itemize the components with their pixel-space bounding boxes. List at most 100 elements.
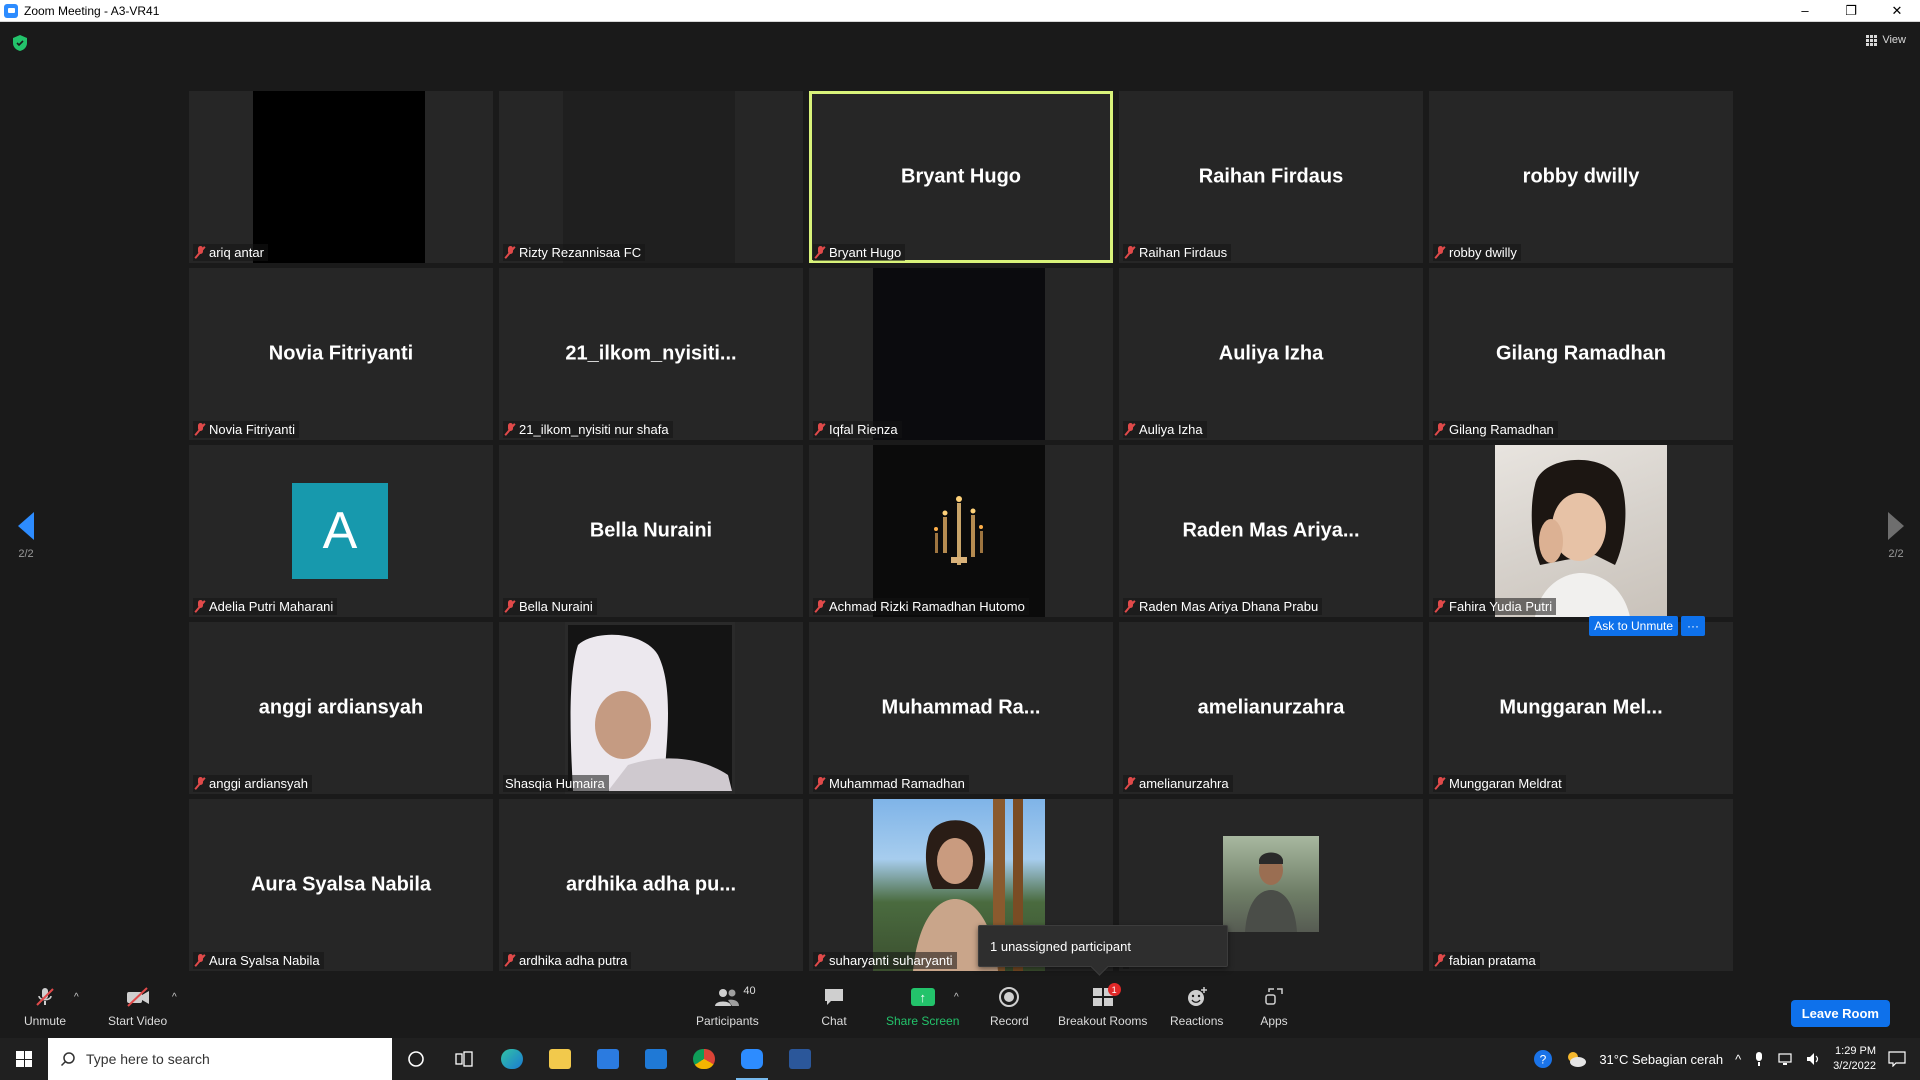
restore-button[interactable]: ❐ bbox=[1828, 0, 1874, 22]
participant-tile[interactable]: robby dwilly robby dwilly bbox=[1429, 91, 1733, 263]
participant-tile[interactable]: anggi ardiansyah anggi ardiansyah bbox=[189, 622, 493, 794]
participant-display-name: Gilang Ramadhan bbox=[1495, 342, 1667, 365]
leave-room-button[interactable]: Leave Room bbox=[1790, 1000, 1890, 1027]
participant-display-name: Novia Fitriyanti bbox=[268, 342, 414, 365]
taskbar-zoom[interactable] bbox=[728, 1038, 776, 1080]
participant-label: Shasqia Humaira bbox=[503, 775, 609, 792]
participant-tile[interactable]: amelianurzahra amelianurzahra bbox=[1119, 622, 1423, 794]
participant-tile[interactable]: Aura Syalsa Nabila Aura Syalsa Nabila bbox=[189, 799, 493, 971]
participant-tile[interactable]: A Adelia Putri Maharani bbox=[189, 445, 493, 617]
participant-display-name: anggi ardiansyah bbox=[258, 696, 424, 719]
unmute-button[interactable]: Unmute bbox=[24, 986, 66, 1028]
participant-tile[interactable]: fabian pratama bbox=[1429, 799, 1733, 971]
window-title: Zoom Meeting - A3-VR41 bbox=[24, 3, 160, 18]
taskbar-search-box[interactable]: Type here to search bbox=[48, 1038, 392, 1080]
cortana-circle-icon bbox=[408, 1051, 424, 1067]
participant-label: 21_ilkom_nyisiti nur shafa bbox=[503, 421, 673, 438]
taskbar-edge[interactable] bbox=[488, 1038, 536, 1080]
more-options-button[interactable]: ··· bbox=[1681, 616, 1705, 636]
participant-tile[interactable]: Auliya Izha Auliya Izha bbox=[1119, 268, 1423, 440]
participant-display-name: Auliya Izha bbox=[1218, 342, 1324, 365]
breakout-notification-badge: 1 bbox=[1107, 983, 1121, 996]
participant-display-name: Bella Nuraini bbox=[589, 519, 713, 542]
record-button[interactable]: Record bbox=[990, 986, 1029, 1028]
participant-name: fabian pratama bbox=[1449, 953, 1536, 968]
share-screen-button[interactable]: ↑ Share Screen bbox=[886, 986, 959, 1028]
participant-tile[interactable]: ariq antar bbox=[189, 91, 493, 263]
participant-name: anggi ardiansyah bbox=[209, 776, 309, 791]
start-video-label: Start Video bbox=[108, 1014, 168, 1028]
taskbar-file-explorer[interactable] bbox=[536, 1038, 584, 1080]
notification-center-icon[interactable] bbox=[1888, 1051, 1906, 1067]
participant-tile[interactable]: 21_ilkom_nyisiti... 21_ilkom_nyisiti nur… bbox=[499, 268, 803, 440]
taskbar-word[interactable] bbox=[776, 1038, 824, 1080]
mic-muted-icon bbox=[1125, 246, 1135, 259]
previous-page-button[interactable]: 2/2 bbox=[18, 512, 34, 560]
arrow-left-icon bbox=[18, 512, 34, 540]
reactions-button[interactable]: Reactions bbox=[1170, 986, 1223, 1028]
participant-tile[interactable]: Iqfal Rienza bbox=[809, 268, 1113, 440]
participant-name: Raihan Firdaus bbox=[1139, 245, 1228, 260]
task-view-button[interactable] bbox=[440, 1038, 488, 1080]
participant-tile[interactable]: Fahira Yudia Putri bbox=[1429, 445, 1733, 617]
system-clock[interactable]: 1:29 PM 3/2/2022 bbox=[1833, 1044, 1876, 1074]
participant-label: ariq antar bbox=[193, 244, 268, 261]
participant-tile[interactable]: Novia Fitriyanti Novia Fitriyanti bbox=[189, 268, 493, 440]
taskbar-store[interactable] bbox=[584, 1038, 632, 1080]
ask-to-unmute-button[interactable]: Ask to Unmute bbox=[1589, 616, 1678, 636]
participant-display-name: 21_ilkom_nyisiti... bbox=[565, 342, 737, 365]
chat-button[interactable]: Chat bbox=[820, 986, 848, 1028]
mic-muted-icon bbox=[1125, 423, 1135, 436]
apps-button[interactable]: Apps bbox=[1260, 986, 1288, 1028]
breakout-rooms-button[interactable]: 1 Breakout Rooms bbox=[1058, 983, 1147, 1028]
participant-label: Iqfal Rienza bbox=[813, 421, 902, 438]
participant-tile-active-speaker[interactable]: Bryant Hugo Bryant Hugo bbox=[809, 91, 1113, 263]
mic-muted-icon bbox=[195, 777, 205, 790]
participant-name: Raden Mas Ariya Dhana Prabu bbox=[1139, 599, 1319, 614]
participant-tile[interactable]: Raihan Firdaus Raihan Firdaus bbox=[1119, 91, 1423, 263]
next-page-button[interactable]: 2/2 bbox=[1888, 512, 1904, 560]
mail-icon bbox=[645, 1049, 667, 1069]
participant-label: Fahira Yudia Putri bbox=[1433, 598, 1557, 615]
grid-view-icon bbox=[1866, 34, 1878, 46]
unmute-label: Unmute bbox=[24, 1014, 67, 1028]
chat-icon bbox=[820, 986, 848, 1008]
weather-text[interactable]: 31°C Sebagian cerah bbox=[1599, 1052, 1723, 1067]
unassigned-participant-tooltip[interactable]: 1 unassigned participant bbox=[978, 925, 1228, 967]
participant-tile[interactable]: Bella Nuraini Bella Nuraini bbox=[499, 445, 803, 617]
start-video-button[interactable]: Start Video bbox=[108, 986, 167, 1028]
close-button[interactable]: ✕ bbox=[1874, 0, 1920, 22]
view-button[interactable]: View bbox=[1866, 34, 1906, 46]
participant-tile[interactable]: Gilang Ramadhan Gilang Ramadhan bbox=[1429, 268, 1733, 440]
volume-icon[interactable] bbox=[1805, 1051, 1821, 1067]
participant-tile[interactable]: Raden Mas Ariya... Raden Mas Ariya Dhana… bbox=[1119, 445, 1423, 617]
encryption-shield-icon[interactable] bbox=[13, 35, 27, 51]
taskbar-chrome[interactable] bbox=[680, 1038, 728, 1080]
participant-tile[interactable]: ardhika adha pu... ardhika adha putra bbox=[499, 799, 803, 971]
participant-name: Shasqia Humaira bbox=[505, 776, 605, 791]
participant-label bbox=[1123, 967, 1129, 969]
participant-tile[interactable]: Rizty Rezannisaa FC bbox=[499, 91, 803, 263]
participant-display-name: Raden Mas Ariya... bbox=[1182, 519, 1360, 542]
participant-tile[interactable]: Ask to Unmute ··· Munggaran Mel... Mungg… bbox=[1429, 616, 1733, 794]
network-icon[interactable] bbox=[1777, 1051, 1793, 1067]
mic-muted-icon bbox=[195, 246, 205, 259]
minimize-button[interactable]: – bbox=[1782, 0, 1828, 22]
microphone-icon[interactable] bbox=[1753, 1051, 1765, 1067]
start-button[interactable] bbox=[0, 1038, 48, 1080]
share-options-caret-icon[interactable]: ^ bbox=[954, 992, 959, 1003]
participant-tile[interactable]: Achmad Rizki Ramadhan Hutomo bbox=[809, 445, 1113, 617]
audio-options-caret-icon[interactable]: ^ bbox=[74, 992, 79, 1003]
video-feed bbox=[565, 622, 735, 794]
mic-muted-icon bbox=[31, 986, 59, 1008]
cortana-button[interactable] bbox=[392, 1038, 440, 1080]
show-hidden-icons-chevron-icon[interactable]: ^ bbox=[1735, 1052, 1741, 1067]
taskbar-mail[interactable] bbox=[632, 1038, 680, 1080]
help-icon[interactable]: ? bbox=[1533, 1049, 1553, 1069]
video-options-caret-icon[interactable]: ^ bbox=[172, 992, 177, 1003]
meeting-toolbar: Unmute ^ Start Video ^ 40 Participants C… bbox=[0, 980, 1920, 1038]
participant-tile[interactable]: Shasqia Humaira bbox=[499, 622, 803, 794]
participants-button[interactable]: 40 Participants bbox=[696, 985, 759, 1028]
apps-label: Apps bbox=[1260, 1014, 1288, 1028]
participant-tile[interactable]: Muhammad Ra... Muhammad Ramadhan bbox=[809, 622, 1113, 794]
